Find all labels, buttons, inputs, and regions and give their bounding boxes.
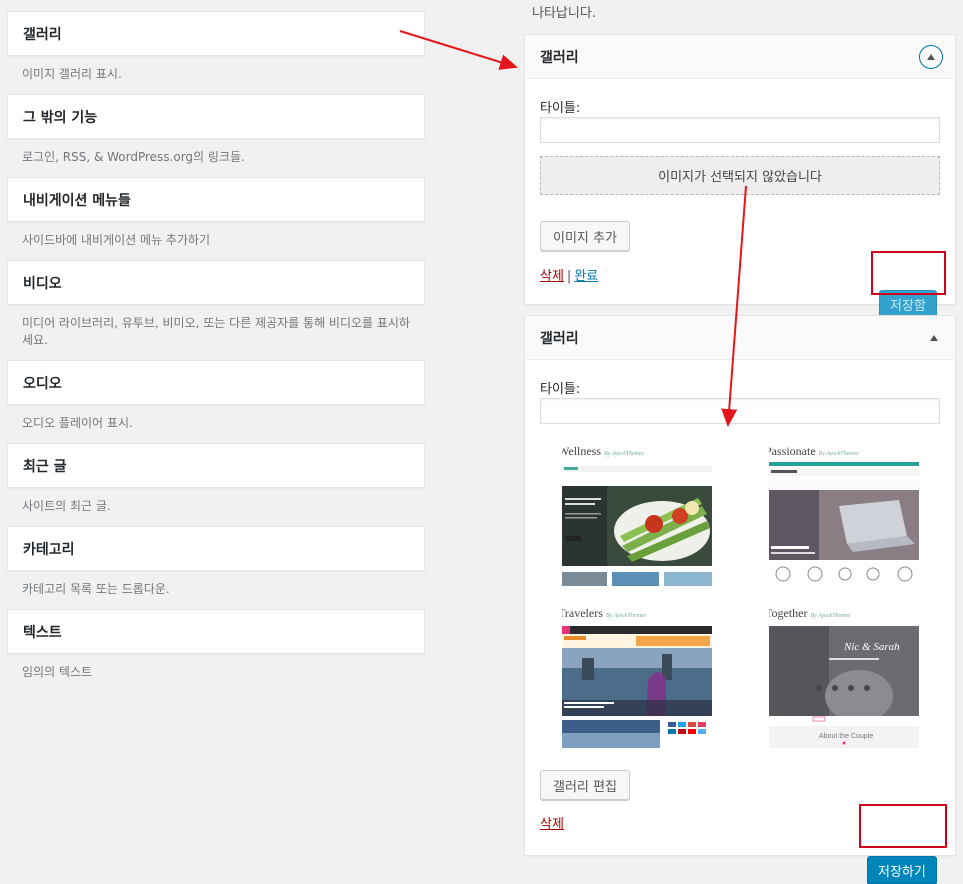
title-field-label: 타이틀:: [540, 101, 581, 116]
title-input[interactable]: [540, 398, 940, 424]
available-widgets-list: 갤러리 이미지 갤러리 표시. 그 밖의 기능 로그인, RSS, & Word…: [7, 11, 425, 692]
widget-title-nav-menu[interactable]: 내비게이션 메뉴들: [7, 177, 425, 222]
widget-desc-categories: 카테고리 목록 또는 드롭다운.: [22, 582, 170, 596]
annotation-highlight-box: [871, 251, 946, 295]
thumbnail-image: Nic & Sarah About the Couple: [769, 626, 919, 748]
panel-title: 갤러리: [540, 49, 579, 66]
panel-header[interactable]: 갤러리: [525, 35, 955, 79]
done-link[interactable]: 완료: [574, 269, 598, 284]
thumbnail-image: [562, 626, 712, 748]
triangle-up-icon: [930, 334, 938, 341]
widget-title-gallery[interactable]: 갤러리: [7, 11, 425, 56]
widget-title-meta[interactable]: 그 밖의 기능: [7, 94, 425, 139]
thumbnail-image: [769, 462, 919, 582]
save-button[interactable]: 저장하기: [867, 856, 937, 884]
thumbnail-title: Travelers By AyeckThemes: [562, 608, 646, 620]
edit-gallery-button[interactable]: 갤러리 편집: [540, 770, 630, 800]
thumbnail-title: Together By AyeckThemes: [769, 608, 851, 620]
widget-text: 텍스트 임의의 텍스트: [7, 609, 425, 692]
widget-audio: 오디오 오디오 플레이어 표시.: [7, 360, 425, 443]
delete-link[interactable]: 삭제: [540, 817, 564, 832]
link-separator: |: [566, 269, 572, 284]
svg-text:About the Couple: About the Couple: [819, 733, 873, 740]
widget-title-categories[interactable]: 카테고리: [7, 526, 425, 571]
delete-link[interactable]: 삭제: [540, 269, 564, 284]
triangle-up-icon: [927, 53, 935, 60]
widget-title-audio[interactable]: 오디오: [7, 360, 425, 405]
widget-desc-gallery: 이미지 갤러리 표시.: [22, 67, 122, 81]
widget-title-recent-posts[interactable]: 최근 글: [7, 443, 425, 488]
title-field-label: 타이틀:: [540, 382, 581, 397]
widget-desc-video: 미디어 라이브러리, 유투브, 비미오, 또는 다른 제공자를 통해 비디오를 …: [22, 316, 411, 347]
widget-title-text[interactable]: 텍스트: [7, 609, 425, 654]
widget-desc-recent-posts: 사이트의 최근 글.: [22, 499, 111, 513]
widget-desc-audio: 오디오 플레이어 표시.: [22, 416, 133, 430]
gallery-thumbnails: Wellness By AyeckThemes Passionate By Ay…: [562, 446, 940, 748]
widget-categories: 카테고리 카테고리 목록 또는 드롭다운.: [7, 526, 425, 609]
widget-meta: 그 밖의 기능 로그인, RSS, & WordPress.org의 링크들.: [7, 94, 425, 177]
panel-header[interactable]: 갤러리: [525, 316, 955, 360]
gallery-widget-panel-filled: 갤러리 타이틀: Wellness By AyeckThemes Passion…: [524, 315, 956, 884]
collapse-toggle-button[interactable]: [930, 334, 943, 341]
widget-nav-menu: 내비게이션 메뉴들 사이드바에 내비게이션 메뉴 추가하기: [7, 177, 425, 260]
widget-desc-nav-menu: 사이드바에 내비게이션 메뉴 추가하기: [22, 233, 211, 247]
widget-title-video[interactable]: 비디오: [7, 260, 425, 305]
collapse-toggle-button[interactable]: [919, 44, 943, 69]
thumbnail-image: [562, 466, 712, 586]
panel-body: 타이틀: Wellness By AyeckThemes Passionate …: [525, 360, 955, 884]
title-input[interactable]: [540, 117, 940, 143]
add-image-button[interactable]: 이미지 추가: [540, 221, 630, 251]
gallery-thumbnail[interactable]: Together By AyeckThemes Nic & Sarah Abou…: [769, 608, 919, 748]
widget-video: 비디오 미디어 라이브러리, 유투브, 비미오, 또는 다른 제공자를 통해 비…: [7, 260, 425, 360]
gallery-thumbnail[interactable]: Travelers By AyeckThemes: [562, 608, 712, 748]
widget-desc-text: 임의의 텍스트: [22, 665, 93, 679]
widget-gallery: 갤러리 이미지 갤러리 표시.: [7, 11, 425, 94]
svg-text:Nic & Sarah: Nic & Sarah: [843, 641, 900, 653]
no-image-placeholder: 이미지가 선택되지 않았습니다: [540, 156, 940, 195]
thumbnail-title: Passionate By AyeckThemes: [769, 446, 859, 458]
widget-desc-meta: 로그인, RSS, & WordPress.org의 링크들.: [22, 150, 245, 164]
sidebar-description-tail: 나타납니다.: [532, 6, 596, 21]
gallery-thumbnail[interactable]: Passionate By AyeckThemes: [769, 446, 919, 586]
thumbnail-title: Wellness By AyeckThemes: [562, 446, 645, 458]
panel-title: 갤러리: [540, 330, 579, 347]
widget-recent-posts: 최근 글 사이트의 최근 글.: [7, 443, 425, 526]
gallery-thumbnail[interactable]: Wellness By AyeckThemes: [562, 446, 712, 586]
annotation-highlight-box: [859, 804, 947, 848]
